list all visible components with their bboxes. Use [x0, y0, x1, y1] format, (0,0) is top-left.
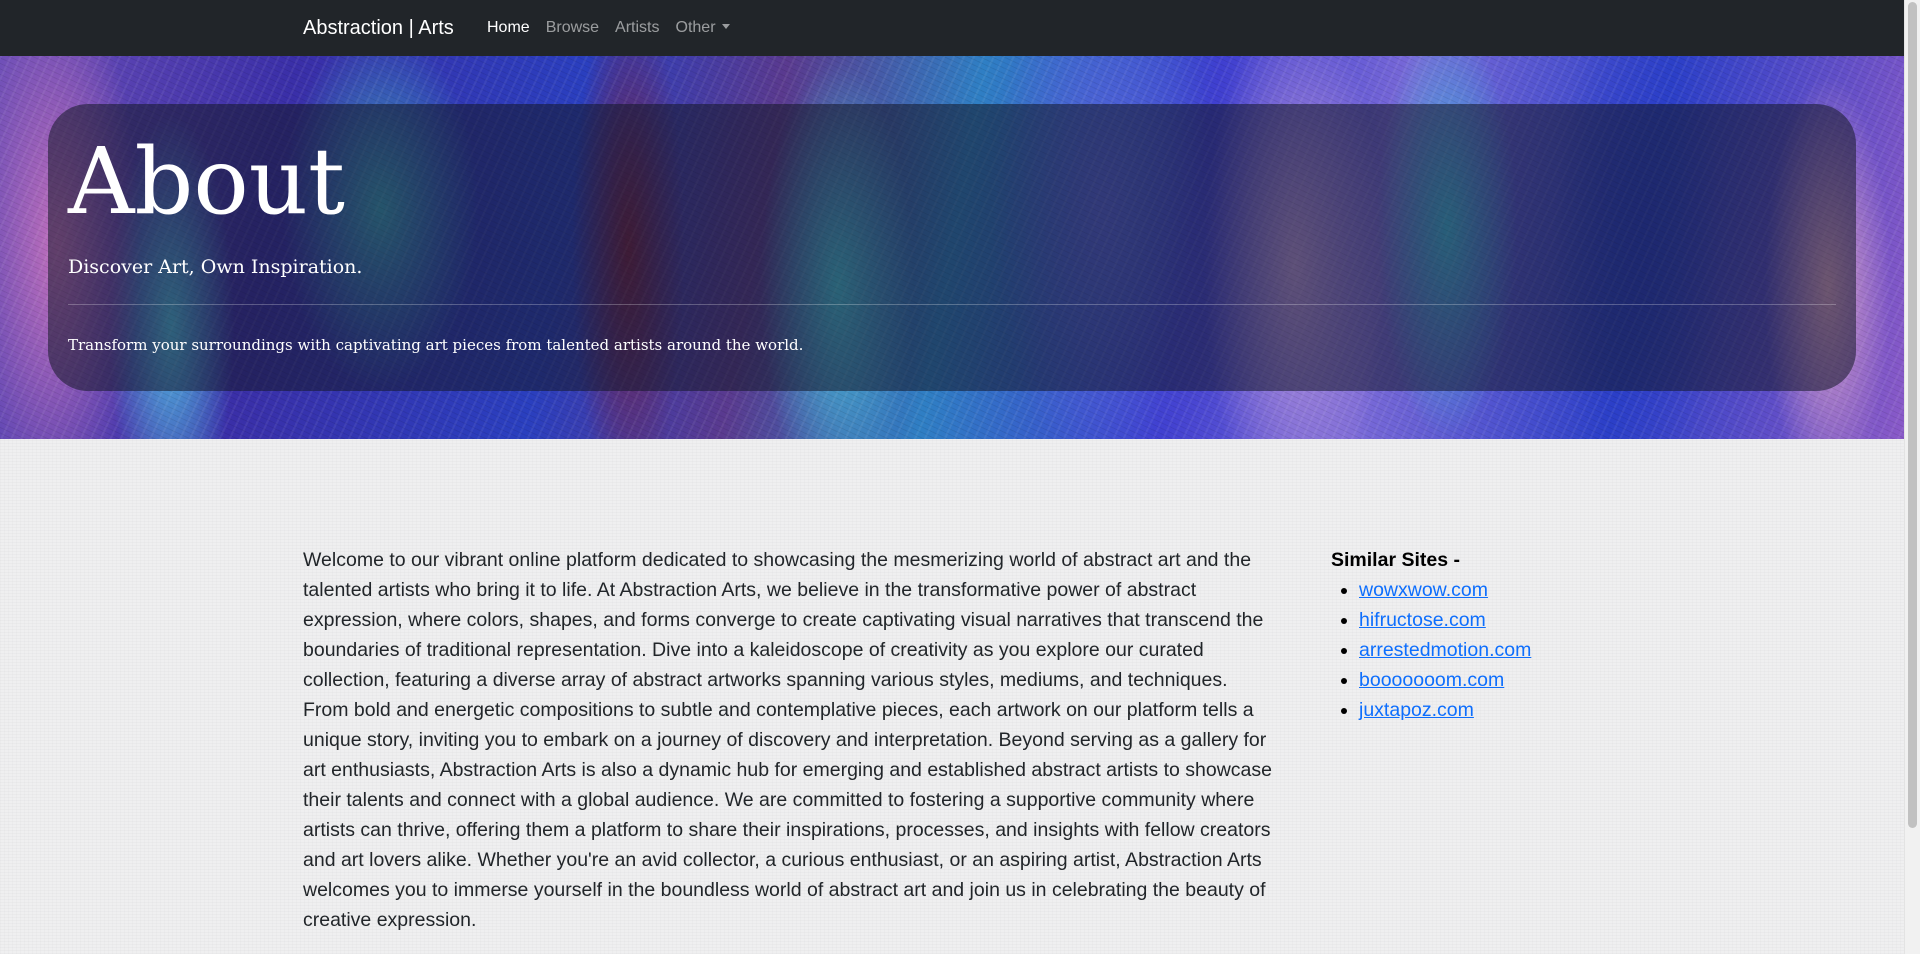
- hero-banner: About Discover Art, Own Inspiration. Tra…: [0, 56, 1904, 439]
- similar-site-link[interactable]: juxtapoz.com: [1359, 699, 1474, 721]
- nav-links: Home Browse Artists Other: [479, 17, 738, 39]
- nav-link-home[interactable]: Home: [479, 17, 538, 39]
- scrollbar-thumb[interactable]: [1908, 2, 1917, 828]
- vertical-scrollbar[interactable]: [1904, 0, 1920, 954]
- nav-link-browse[interactable]: Browse: [538, 17, 607, 39]
- hero-subtitle: Discover Art, Own Inspiration.: [68, 256, 363, 278]
- list-item: arrestedmotion.com: [1359, 635, 1631, 665]
- navbar: Abstraction | Arts Home Browse Artists O…: [0, 0, 1904, 56]
- nav-link-artists[interactable]: Artists: [607, 17, 667, 39]
- page-title: About: [68, 128, 345, 235]
- similar-site-link[interactable]: hifructose.com: [1359, 609, 1486, 631]
- brand-link[interactable]: Abstraction | Arts: [303, 14, 454, 42]
- list-item: booooooom.com: [1359, 665, 1631, 695]
- nav-dropdown-other[interactable]: Other: [668, 17, 738, 39]
- similar-sites-list: wowxwow.com hifructose.com arrestedmotio…: [1331, 575, 1631, 725]
- list-item: wowxwow.com: [1359, 575, 1631, 605]
- list-item: juxtapoz.com: [1359, 695, 1631, 725]
- similar-sites: Similar Sites - wowxwow.com hifructose.c…: [1331, 545, 1631, 725]
- hero-panel: About Discover Art, Own Inspiration. Tra…: [48, 104, 1856, 391]
- similar-site-link[interactable]: arrestedmotion.com: [1359, 639, 1531, 661]
- hero-lead: Transform your surroundings with captiva…: [68, 336, 804, 354]
- about-text: Welcome to our vibrant online platform d…: [303, 549, 1272, 931]
- similar-site-link[interactable]: wowxwow.com: [1359, 579, 1488, 601]
- similar-sites-heading: Similar Sites -: [1331, 549, 1460, 571]
- list-item: hifructose.com: [1359, 605, 1631, 635]
- similar-site-link[interactable]: booooooom.com: [1359, 669, 1504, 691]
- caret-down-icon: [721, 24, 730, 29]
- nav-dropdown-other-label: Other: [675, 19, 716, 36]
- hero-divider: [68, 304, 1836, 305]
